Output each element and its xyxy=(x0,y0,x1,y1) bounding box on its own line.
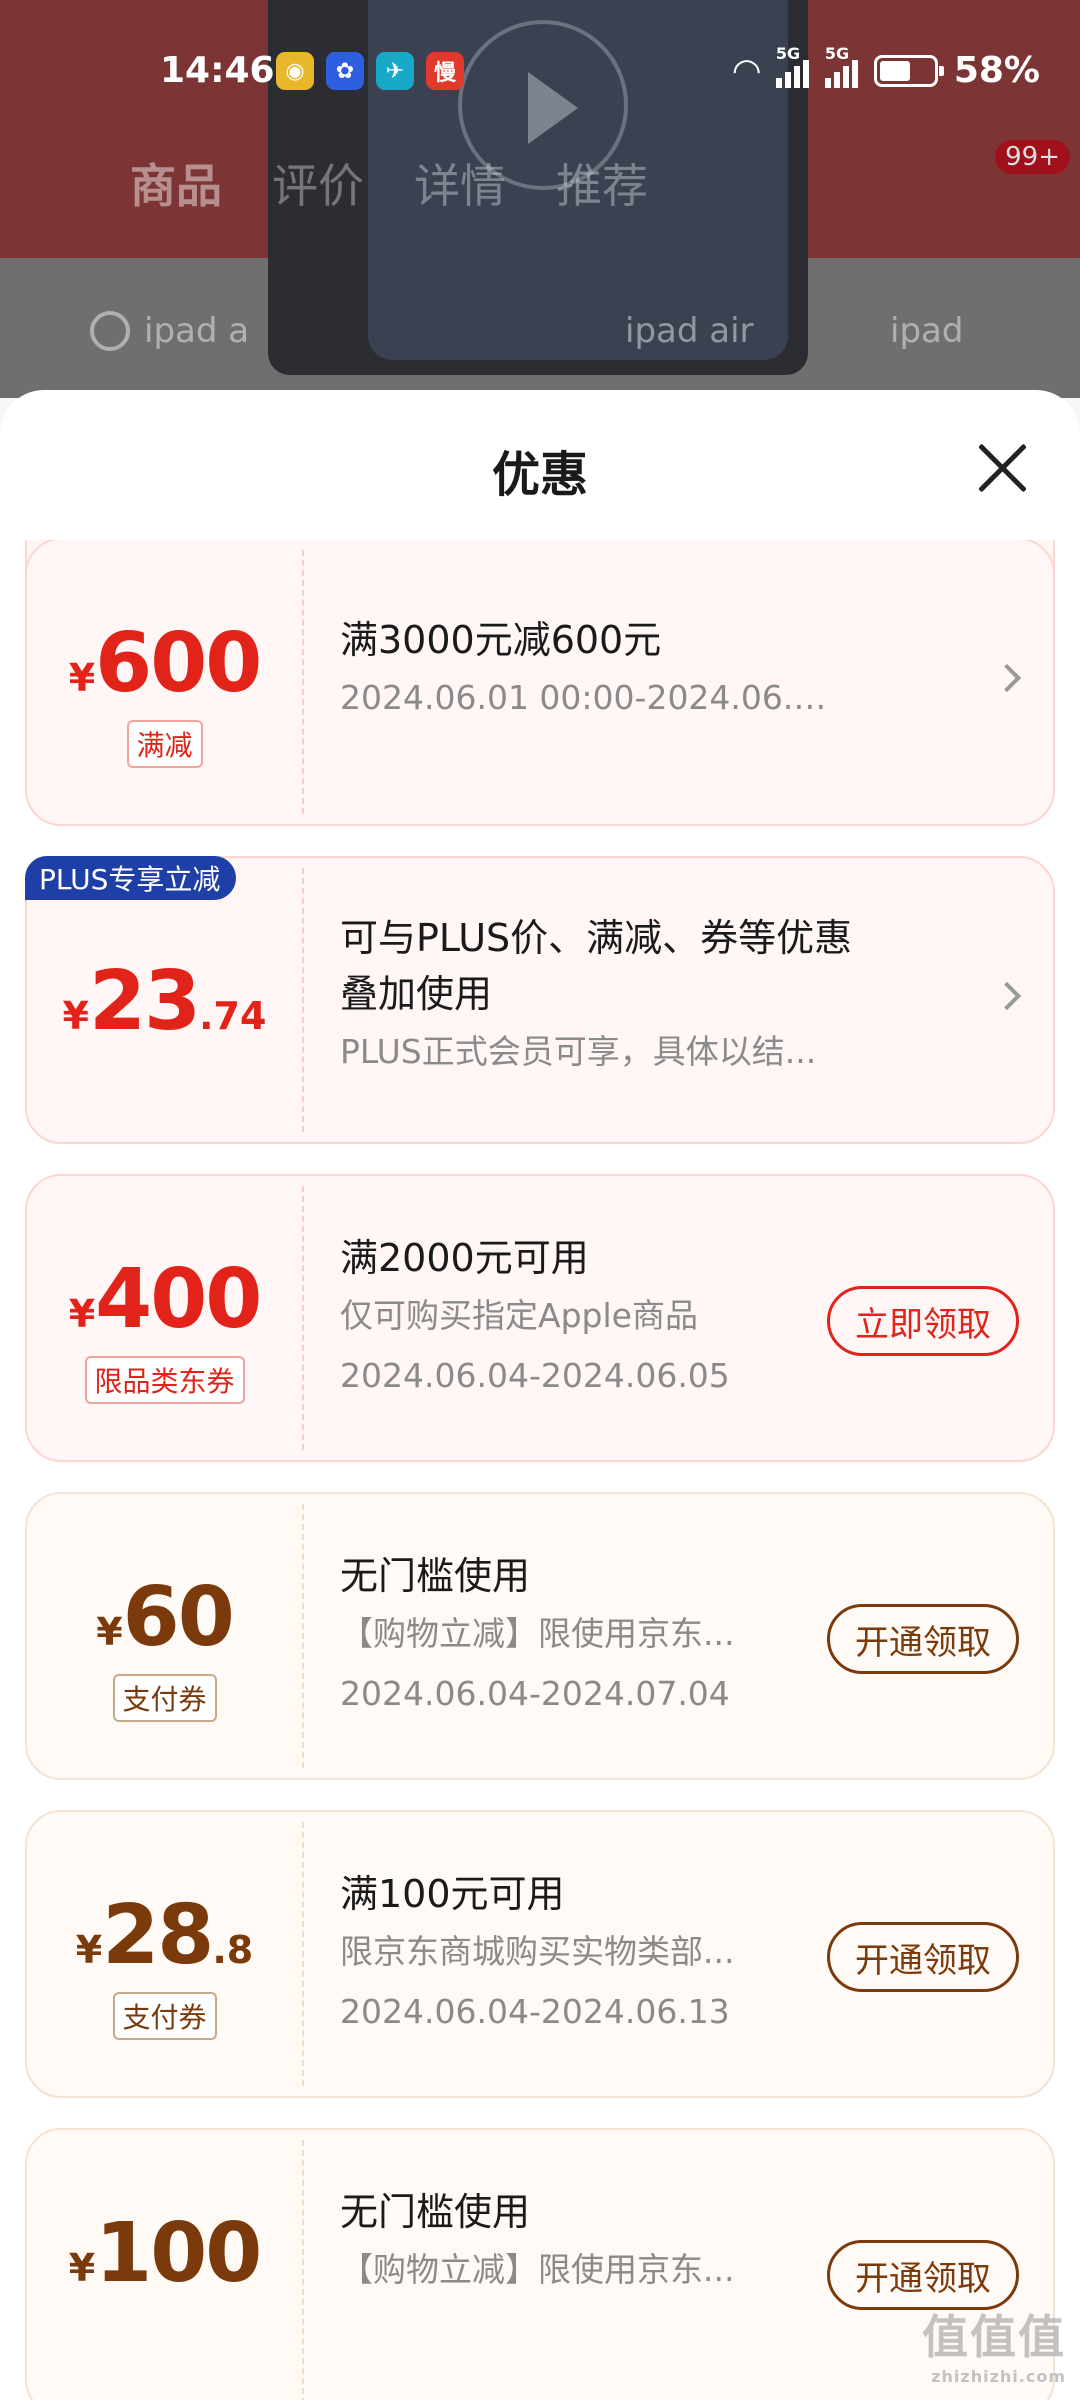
search-chip-text: ipad a xyxy=(144,311,250,351)
card-divider xyxy=(302,868,304,1132)
battery-percent: 58% xyxy=(953,50,1040,91)
search-chip-1: ipad a xyxy=(90,311,249,351)
coupon-amount: 28 xyxy=(102,1888,214,1983)
activate-claim-button[interactable]: 开通领取 xyxy=(827,1922,1019,1992)
card-divider xyxy=(302,1186,304,1450)
background-search-bar: ipad a ipad air ipad xyxy=(50,286,1030,376)
coupon-card[interactable]: ¥28.8 支付券 满100元可用 限京东商城购买实物类部... 2024.06… xyxy=(25,1810,1055,2098)
coupon-list[interactable]: ¥600 满减 满3000元减600元 2024.06.01 00:00-202… xyxy=(0,540,1080,2400)
clock: 14:46 xyxy=(160,50,275,91)
search-icon xyxy=(90,311,130,351)
watermark-logo: 值值值 zhizhizhi.com xyxy=(922,2310,1066,2386)
close-button[interactable] xyxy=(974,440,1030,496)
search-chip-2: ipad air xyxy=(625,311,754,351)
coupon-validity: 2024.06.04-2024.07.04 xyxy=(340,1674,730,1713)
chevron-right-icon[interactable] xyxy=(992,663,1022,693)
tab-product: 商品 xyxy=(130,159,222,213)
card-divider xyxy=(302,550,304,814)
discount-sheet: 优惠 ¥600 满减 满3000元减600元 2024.06.01 00:00-… xyxy=(0,390,1080,2400)
status-bar: 14:46 ◉ ✿ ✈ 慢 ◠ 5G 5G 58% xyxy=(0,40,1080,110)
coupon-card[interactable]: ¥400 限品类东券 满2000元可用 仅可购买指定Apple商品 2024.0… xyxy=(25,1174,1055,1462)
coupon-value: ¥100 xyxy=(68,2206,263,2301)
coupon-validity: 2024.06.01 00:00-2024.06.20 2... xyxy=(340,678,840,717)
coupon-amount: 60 xyxy=(122,1570,235,1665)
coupon-scope: 【购物立减】限使用京东... xyxy=(340,2250,735,2289)
coupon-value: ¥400 限品类东券 xyxy=(27,1176,302,1460)
coupon-title: 满2000元可用 xyxy=(340,1236,589,1280)
coupon-title: 满100元可用 xyxy=(340,1872,565,1916)
coupon-value: ¥28.8 支付券 xyxy=(27,1812,302,2096)
coupon-validity: 2024.06.04-2024.06.13 xyxy=(340,1992,730,2031)
tab-details: 详情 xyxy=(414,159,506,213)
search-chip-3: ipad xyxy=(890,311,964,351)
coupon-card[interactable]: ¥100 无门槛使用 【购物立减】限使用京东... 开通领取 xyxy=(25,2128,1055,2400)
coupon-validity: 2024.06.04-2024.06.05 xyxy=(340,1356,730,1395)
coupon-value: ¥23.74 xyxy=(62,954,267,1049)
battery-icon xyxy=(873,54,944,87)
coupon-amount: 400 xyxy=(95,1252,262,1347)
coupon-card[interactable]: ¥600 满减 满3000元减600元 2024.06.01 00:00-202… xyxy=(25,540,1055,826)
plus-exclusive-badge: PLUS专享立减 xyxy=(25,856,237,900)
activate-claim-button[interactable]: 开通领取 xyxy=(827,2240,1019,2310)
coupon-scope: 限京东商城购买实物类部... xyxy=(340,1932,735,1971)
sheet-title: 优惠 xyxy=(491,447,588,503)
coupon-type-tag: 满减 xyxy=(126,720,203,768)
notification-app-icons: ◉ ✿ ✈ 慢 xyxy=(276,52,464,90)
coupon-title: 满3000元减600元 xyxy=(340,618,662,662)
wifi-icon: ◠ xyxy=(733,50,760,91)
coupon-condition: PLUS正式会员可享，具体以结... xyxy=(340,1032,817,1071)
card-divider xyxy=(302,2140,304,2400)
background-tabs: 商品 评价 详情 推荐 xyxy=(130,150,648,216)
coupon-type-tag: 支付券 xyxy=(112,1992,217,2040)
man-app-icon: 慢 xyxy=(426,52,464,90)
coupon-scope: 【购物立减】限使用京东... xyxy=(340,1614,735,1653)
coupon-amount: 100 xyxy=(95,2206,262,2301)
flight-app-icon: ✈ xyxy=(376,52,414,90)
tab-recommend: 推荐 xyxy=(556,159,648,213)
card-divider xyxy=(302,1504,304,1768)
coupon-title: 无门槛使用 xyxy=(340,2190,531,2234)
coupon-value: ¥60 支付券 xyxy=(27,1494,302,1778)
claim-now-button[interactable]: 立即领取 xyxy=(827,1286,1019,1356)
cart-count-badge: 99+ xyxy=(995,140,1070,174)
system-indicators: ◠ 5G 5G 58% xyxy=(733,44,1040,92)
coupon-title: 可与PLUS价、满减、券等优惠叠加使用 xyxy=(340,916,853,1016)
chevron-right-icon[interactable] xyxy=(992,981,1022,1011)
coupon-amount: 600 xyxy=(95,616,262,711)
activate-claim-button[interactable]: 开通领取 xyxy=(827,1604,1019,1674)
coupon-type-tag: 支付券 xyxy=(112,1674,217,1722)
tab-reviews: 评价 xyxy=(272,159,364,213)
coupon-title: 无门槛使用 xyxy=(340,1554,531,1598)
coupon-amount: 23 xyxy=(89,954,201,1049)
coupon-value: ¥600 满减 xyxy=(27,540,302,824)
coupon-card[interactable]: ¥60 支付券 无门槛使用 【购物立减】限使用京东... 2024.06.04-… xyxy=(25,1492,1055,1780)
baidu-icon: ✿ xyxy=(326,52,364,90)
coupon-scope: 仅可购买指定Apple商品 xyxy=(340,1296,698,1335)
coupon-type-tag: 限品类东券 xyxy=(84,1356,245,1404)
coupon-card-plus[interactable]: ¥23.74 可与PLUS价、满减、券等优惠叠加使用 PLUS正式会员可享，具体… xyxy=(25,856,1055,1144)
signal-icon: 5G xyxy=(775,44,809,88)
signal-icon-2: 5G xyxy=(824,44,858,88)
card-divider xyxy=(302,1822,304,2086)
weibo-icon: ◉ xyxy=(276,52,314,90)
